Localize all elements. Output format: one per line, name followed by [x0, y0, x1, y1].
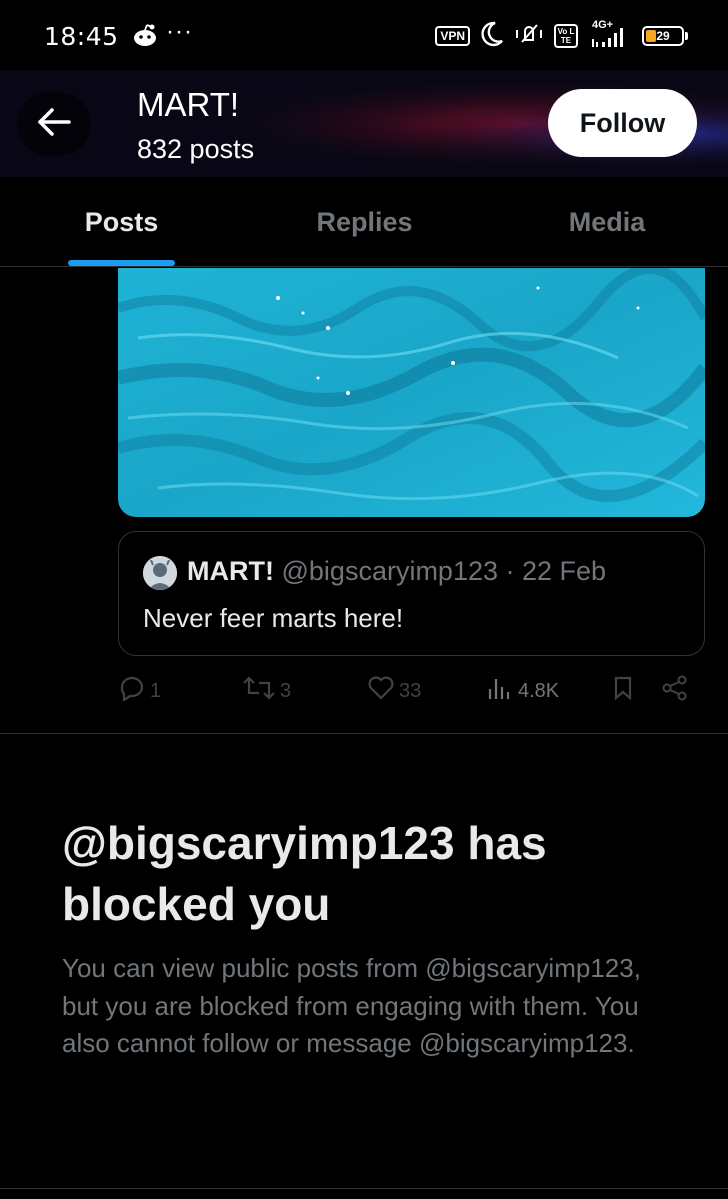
views-count: 4.8K — [518, 679, 560, 702]
battery-icon: 29 — [642, 26, 688, 46]
blocked-description: You can view public posts from @bigscary… — [62, 953, 641, 1058]
heart-icon — [367, 675, 395, 707]
status-icons: VPN Vo LTE 4G+ 29 — [435, 19, 688, 52]
blocked-title: @bigscaryimp123 has blocked you — [62, 817, 547, 930]
back-button[interactable] — [17, 92, 91, 156]
reply-count: 1 — [150, 679, 162, 702]
share-icon — [661, 675, 689, 707]
arrow-left-icon — [36, 107, 72, 142]
quoted-author-handle: @bigscaryimp123 · 22 Feb — [281, 556, 607, 586]
reply-button[interactable]: 1 — [118, 672, 161, 710]
divider — [0, 733, 728, 734]
moon-icon — [480, 21, 504, 52]
repost-count: 3 — [280, 679, 292, 702]
post-count: 832 posts — [137, 134, 255, 164]
quoted-author-name: MART! — [187, 556, 274, 586]
battery-level: 29 — [656, 29, 670, 43]
mute-vibrate-icon — [514, 21, 544, 52]
profile-header: MART! 832 posts Follow — [0, 70, 728, 177]
avatar — [143, 556, 177, 590]
status-time: 18:45 — [44, 22, 119, 51]
vpn-icon: VPN — [435, 26, 470, 46]
divider — [0, 1188, 728, 1189]
active-tab-indicator — [68, 260, 175, 266]
quoted-post[interactable]: MART! @bigscaryimp123 · 22 Feb Never fee… — [118, 531, 705, 656]
profile-tabs: Posts Replies Media — [0, 177, 728, 267]
reply-icon — [118, 675, 146, 707]
tab-replies[interactable]: Replies — [243, 177, 486, 267]
views-button[interactable]: 4.8K — [486, 672, 559, 710]
more-dots-icon: ··· — [166, 18, 193, 45]
signal-icon: 4G+ — [588, 19, 632, 49]
tab-media[interactable]: Media — [486, 177, 728, 267]
repost-button[interactable]: 3 — [242, 672, 291, 710]
like-count: 33 — [399, 679, 422, 702]
reddit-icon — [132, 22, 158, 53]
views-icon — [486, 675, 514, 707]
post-actions: 1 3 33 4.8K — [118, 672, 705, 710]
bookmark-button[interactable] — [610, 672, 636, 710]
profile-name: MART! — [137, 86, 240, 123]
post-media-image[interactable] — [118, 268, 705, 517]
quoted-post-text: Never feer marts here! — [143, 603, 404, 633]
volte-label: Vo LTE — [557, 27, 575, 45]
bookmark-icon — [610, 675, 636, 707]
like-button[interactable]: 33 — [367, 672, 421, 710]
follow-button[interactable]: Follow — [548, 89, 697, 157]
share-button[interactable] — [661, 672, 689, 710]
status-bar: 18:45 ··· VPN Vo LTE 4G+ 29 — [0, 0, 728, 70]
tab-posts[interactable]: Posts — [0, 177, 243, 267]
quoted-post-header: MART! @bigscaryimp123 · 22 Feb — [187, 556, 606, 587]
repost-icon — [242, 675, 276, 707]
volte-icon: Vo LTE — [554, 24, 578, 48]
